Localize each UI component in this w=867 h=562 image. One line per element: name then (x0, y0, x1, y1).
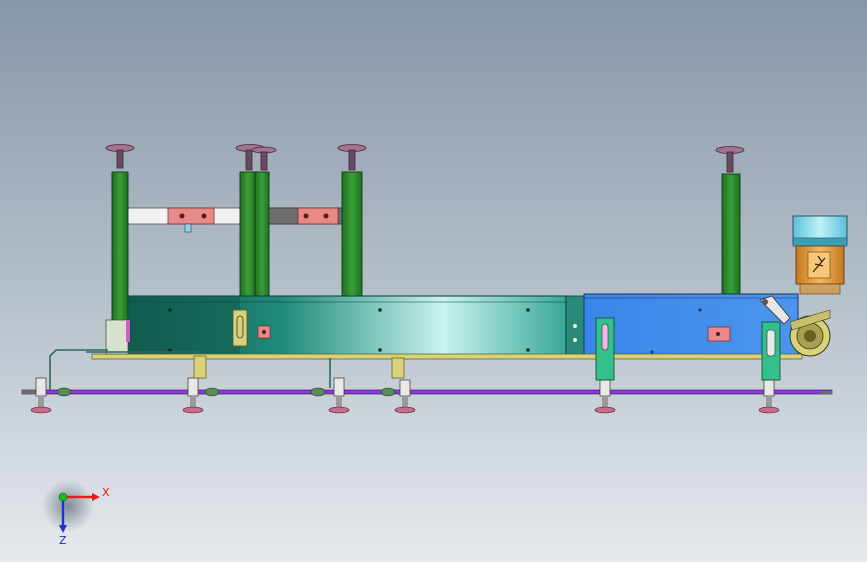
foot-bracket-1[interactable] (193, 355, 207, 379)
foot-bracket-2[interactable] (391, 357, 405, 379)
support-post-4[interactable] (341, 171, 363, 301)
support-post-3[interactable] (254, 171, 270, 303)
cad-viewport[interactable]: X Z (0, 0, 867, 562)
clamp-bracket[interactable] (232, 309, 248, 347)
axis-origin (58, 492, 68, 502)
conveyor-body[interactable] (127, 295, 585, 359)
z-axis-label: Z (59, 534, 67, 547)
support-post-1[interactable] (111, 171, 129, 343)
x-axis-label: X (102, 486, 110, 499)
crossbar-bracket-1[interactable] (167, 207, 215, 225)
